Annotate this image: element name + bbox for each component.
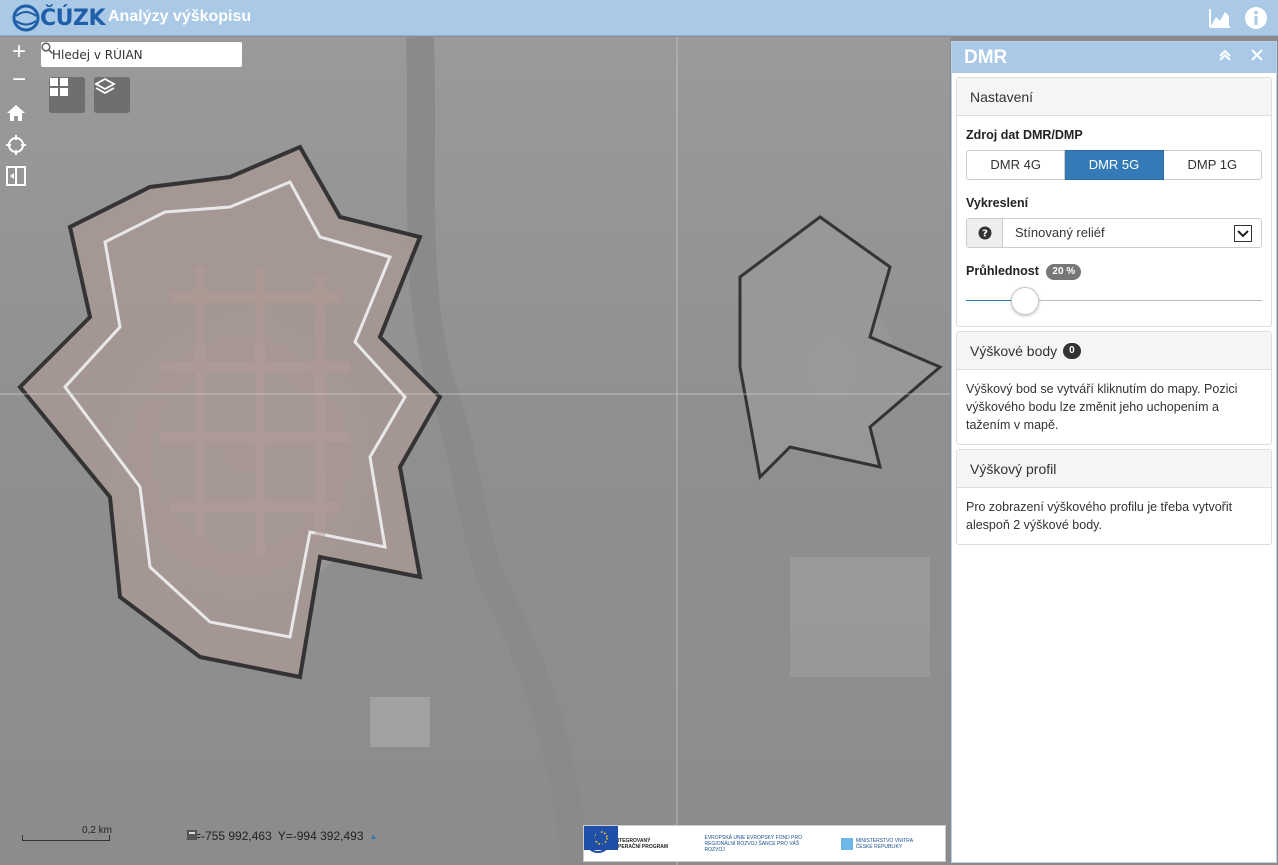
layers-button[interactable] xyxy=(94,77,130,113)
opacity-badge: 20 % xyxy=(1046,263,1082,280)
eu-funding-logos: INTEGROVANÝ OPERAČNÍ PROGRAM EVROPSKÁ UN… xyxy=(583,825,946,862)
globe-icon xyxy=(12,4,40,32)
search-box[interactable] xyxy=(40,41,243,68)
coordinates-readout: X=-755 992,463 Y=-994 392,493 ▲ xyxy=(186,829,377,843)
elevation-profile-section: Výškový profil Pro zobrazení výškového p… xyxy=(956,449,1272,545)
eu-text: EVROPSKÁ UNIE EVROPSKÝ FOND PRO REGIONÁL… xyxy=(704,834,803,853)
locate-icon[interactable] xyxy=(6,135,32,161)
compare-icon[interactable] xyxy=(6,166,32,192)
source-label: Zdroj dat DMR/DMP xyxy=(966,128,1083,142)
opacity-slider[interactable] xyxy=(966,286,1262,316)
app-title: Analýzy výškopisu xyxy=(108,8,252,25)
app-header: ČÚZK Analýzy výškopisu xyxy=(0,0,1278,36)
settings-section: Nastavení Zdroj dat DMR/DMP DMR 4G DMR 5… xyxy=(956,77,1272,327)
elevation-profile-text: Pro zobrazení výškového profilu je třeba… xyxy=(966,500,1233,532)
source-dmp1g-button[interactable]: DMP 1G xyxy=(1163,150,1262,180)
render-select-value[interactable]: Stínovaný reliéf xyxy=(1003,219,1261,247)
emblem-icon xyxy=(585,827,611,853)
elevation-points-header[interactable]: Výškové body 0 xyxy=(957,332,1271,370)
search-icon xyxy=(41,42,53,54)
render-select[interactable]: ? Stínovaný reliéf xyxy=(966,218,1262,248)
logo-text: ČÚZK xyxy=(40,5,106,31)
render-label: Vykreslení xyxy=(966,196,1029,210)
grid-button[interactable] xyxy=(49,77,85,113)
render-value: Stínovaný reliéf xyxy=(1015,225,1105,240)
scale-bar: 0,2 km xyxy=(22,825,112,841)
slider-thumb[interactable] xyxy=(1011,287,1039,315)
caret-up-icon[interactable]: ▲ xyxy=(370,832,378,841)
opacity-label-row: Průhlednost 20 % xyxy=(966,262,1262,280)
collapse-icon[interactable] xyxy=(1216,48,1234,66)
source-dmr5g-button[interactable]: DMR 5G xyxy=(1065,150,1164,180)
svg-text:?: ? xyxy=(982,229,988,240)
grid-icon xyxy=(50,78,68,96)
mv-logo: MINISTERSTVO VNITRA ČESKÉ REPUBLIKY xyxy=(840,837,921,850)
zoom-in-icon[interactable]: + xyxy=(6,38,32,65)
points-count-badge: 0 xyxy=(1063,342,1081,359)
hillshade-relief xyxy=(0,37,950,865)
opacity-label: Průhlednost xyxy=(966,264,1039,278)
settings-header[interactable]: Nastavení xyxy=(957,78,1271,116)
search-input[interactable] xyxy=(52,47,222,62)
panel-header: DMR xyxy=(952,42,1276,73)
help-icon[interactable]: ? xyxy=(967,219,1003,247)
calculator-icon xyxy=(187,830,197,840)
home-icon[interactable] xyxy=(6,104,32,130)
chart-icon[interactable] xyxy=(1207,5,1233,31)
layers-icon xyxy=(94,77,116,95)
chevron-down-icon[interactable] xyxy=(1234,225,1252,242)
elevation-points-section: Výškové body 0 Výškový bod se vytváří kl… xyxy=(956,331,1272,445)
scale-label: 0,2 km xyxy=(81,825,112,836)
coord-x: X=-755 992,463 xyxy=(186,829,272,843)
coord-y: Y=-994 392,493 xyxy=(277,829,364,843)
info-icon[interactable] xyxy=(1243,5,1269,31)
panel-title: DMR xyxy=(964,46,1008,68)
elevation-profile-header[interactable]: Výškový profil xyxy=(957,450,1271,488)
cuzk-logo[interactable]: ČÚZK xyxy=(12,4,106,32)
map-canvas[interactable]: + − 0,2 km X=-755 992,463 Y=-994 392,493… xyxy=(0,37,950,865)
elevation-points-text: Výškový bod se vytváří kliknutím do mapy… xyxy=(966,382,1238,432)
source-dmr4g-button[interactable]: DMR 4G xyxy=(966,150,1066,180)
dmr-panel: DMR Nastavení Zdroj dat DMR/DMP DMR 4G D… xyxy=(951,41,1277,863)
elevation-points-title: Výškové body xyxy=(970,342,1058,359)
close-icon[interactable] xyxy=(1248,48,1266,66)
zoom-out-icon[interactable]: − xyxy=(6,66,32,93)
source-selector: DMR 4G DMR 5G DMP 1G xyxy=(966,150,1262,180)
